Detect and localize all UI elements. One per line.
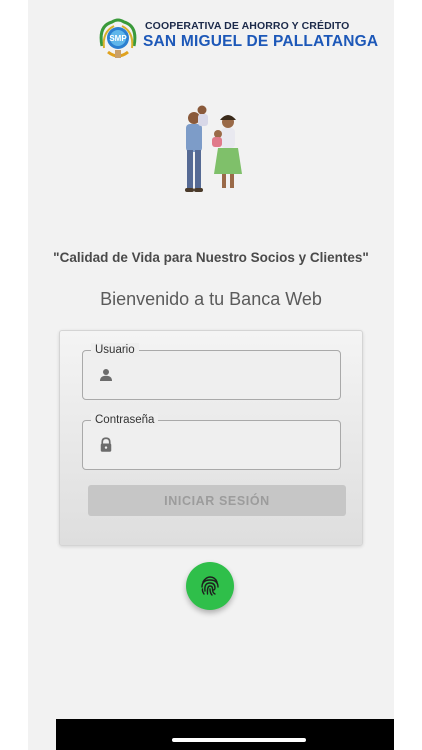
login-button[interactable]: INICIAR SESIÓN [88, 485, 346, 516]
person-icon [100, 369, 112, 381]
password-input[interactable] [125, 431, 329, 461]
home-indicator[interactable] [172, 738, 306, 742]
fingerprint-button[interactable] [186, 562, 234, 610]
cooperative-logo: SMP COOPERATIVA DE AHORRO Y CRÉDITO SAN … [98, 14, 378, 62]
logo-subtitle: COOPERATIVA DE AHORRO Y CRÉDITO [145, 20, 350, 32]
svg-text:SMP: SMP [109, 34, 127, 43]
fingerprint-icon [201, 576, 219, 596]
username-field[interactable]: Usuario [82, 343, 341, 400]
family-illustration [185, 105, 242, 192]
login-card: Usuario Contraseña INICIAR SESIÓN [59, 330, 363, 546]
system-navigation-bar [56, 719, 394, 750]
username-label: Usuario [91, 343, 139, 357]
emblem-icon: SMP [99, 18, 137, 58]
password-label: Contraseña [91, 413, 159, 427]
slogan: "Calidad de Vida para Nuestro Socios y C… [53, 250, 369, 265]
login-screen: SMP COOPERATIVA DE AHORRO Y CRÉDITO SAN … [28, 0, 394, 750]
username-input[interactable] [125, 361, 329, 391]
logo-title: SAN MIGUEL DE PALLATANGA [143, 33, 379, 50]
lock-icon [100, 437, 112, 452]
password-field[interactable]: Contraseña [82, 413, 341, 470]
welcome-title: Bienvenido a tu Banca Web [100, 289, 322, 309]
